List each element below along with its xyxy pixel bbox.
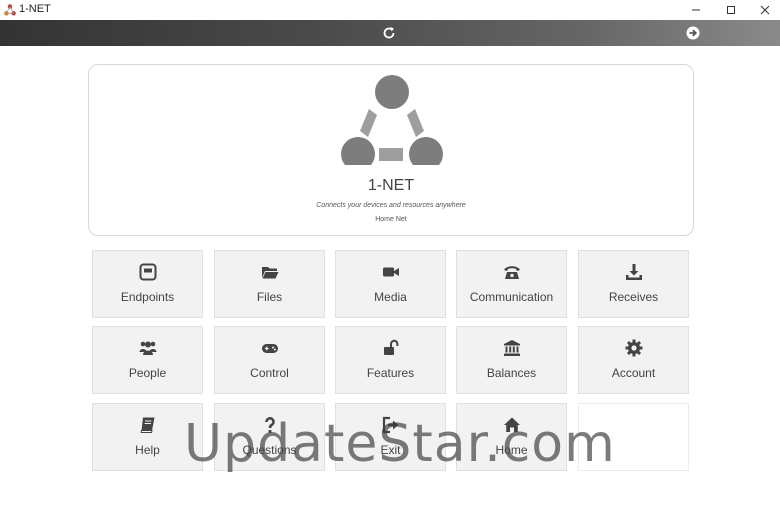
tile-media[interactable]: Media (335, 250, 446, 318)
minimize-icon (692, 9, 700, 11)
maximize-icon (727, 6, 735, 14)
tile-label: Account (611, 366, 656, 380)
tile-label: Home (495, 443, 528, 457)
sign-out-icon (382, 416, 399, 434)
tile-features[interactable]: Features (335, 326, 446, 394)
title-bar: 1-NET (0, 0, 780, 20)
app-title: 1-NET (367, 177, 415, 194)
network-name: Home Net (375, 216, 407, 223)
tile-label: Files (256, 290, 283, 304)
tile-label: Exit (380, 443, 401, 457)
app-logo-icon (4, 4, 16, 16)
tile-help[interactable]: Help (92, 403, 203, 471)
tile-control[interactable]: Control (214, 326, 325, 394)
people-icon (139, 341, 157, 355)
tile-label: People (128, 366, 167, 380)
tile-label: Features (366, 366, 415, 380)
tile-label: Help (135, 443, 160, 457)
home-icon (504, 417, 520, 432)
close-icon (760, 5, 770, 15)
tile-label: Control (250, 366, 289, 380)
window-title: 1-NET (19, 3, 51, 15)
bank-icon (504, 340, 520, 356)
maximize-button[interactable] (715, 0, 747, 20)
tile-exit[interactable]: Exit (335, 403, 446, 471)
folder-icon (262, 267, 279, 279)
book-icon (140, 417, 155, 433)
tile-communication[interactable]: Communication (456, 250, 567, 318)
tile-endpoints[interactable]: Endpoints (92, 250, 203, 318)
tile-label: Communication (469, 290, 554, 304)
toolbar (0, 20, 780, 46)
tile-files[interactable]: Files (214, 250, 325, 318)
tile-balances[interactable]: Balances (456, 326, 567, 394)
tile-label: Questions (242, 443, 297, 457)
tile-home[interactable]: Home (456, 403, 567, 471)
tile-label: Media (374, 290, 407, 304)
gamepad-icon (262, 344, 278, 353)
tile-label: Endpoints (120, 290, 175, 304)
tile-questions[interactable]: Questions (214, 403, 325, 471)
download-icon (626, 264, 642, 280)
endpoint-icon (139, 263, 157, 281)
refresh-icon[interactable] (381, 25, 397, 41)
app-tagline: Connects your devices and resources anyw… (316, 202, 466, 209)
tile-receives[interactable]: Receives (578, 250, 689, 318)
close-button[interactable] (749, 0, 780, 20)
gear-icon (625, 339, 643, 357)
minimize-button[interactable] (680, 0, 712, 20)
tile-label: Receives (608, 290, 659, 304)
question-icon (265, 417, 275, 433)
video-camera-icon (383, 267, 399, 277)
tile-label: Balances (486, 366, 537, 380)
unlock-icon (384, 339, 399, 355)
tile-account[interactable]: Account (578, 326, 689, 394)
forward-arrow-icon[interactable] (685, 25, 701, 41)
tile-empty (578, 403, 689, 471)
network-logo-icon (341, 75, 443, 165)
telephone-icon (504, 266, 520, 279)
header-card: 1-NET Connects your devices and resource… (88, 64, 694, 236)
tile-people[interactable]: People (92, 326, 203, 394)
